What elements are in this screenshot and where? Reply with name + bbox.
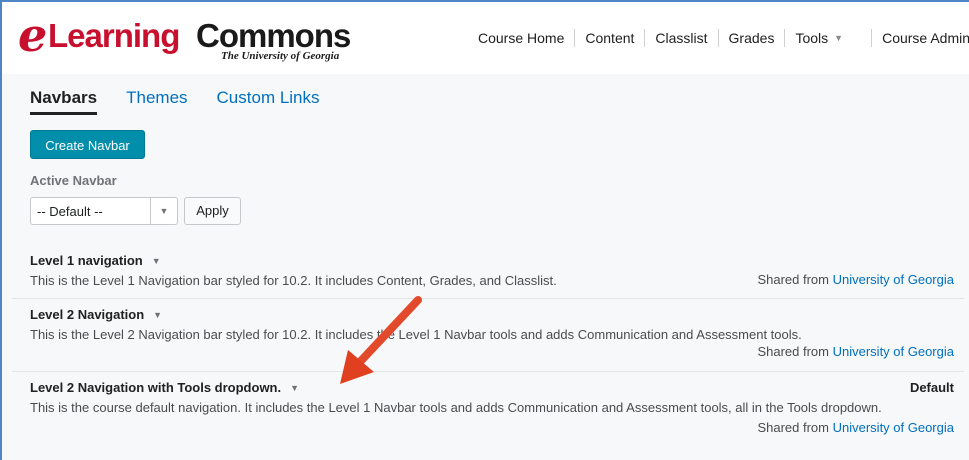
tab-custom-links[interactable]: Custom Links <box>217 88 320 115</box>
logo-subtitle: The University of Georgia <box>221 50 340 62</box>
navbar-title[interactable]: Level 1 navigation ▼ <box>30 253 954 268</box>
apply-button[interactable]: Apply <box>184 197 241 225</box>
chevron-down-icon[interactable]: ▼ <box>152 256 161 266</box>
elearning-commons-logo[interactable]: e Learning Commons The University of Geo… <box>18 10 358 66</box>
chevron-down-icon[interactable]: ▼ <box>290 383 299 393</box>
shared-org-link[interactable]: University of Georgia <box>833 344 954 359</box>
nav-course-admin-label: Course Admin <box>882 30 969 46</box>
navbar-item: Level 1 navigation ▼ This is the Level 1… <box>30 253 954 289</box>
navbar-item: Level 2 Navigation ▼ This is the Level 2… <box>30 307 954 359</box>
logo-learning: Learning <box>48 17 180 54</box>
annotation-arrow-icon <box>340 296 422 384</box>
navbar-shared-from: Shared from University of Georgia <box>30 344 954 359</box>
nav-classlist[interactable]: Classlist <box>644 29 717 47</box>
navbar-title[interactable]: Level 2 Navigation with Tools dropdown. … <box>30 380 954 395</box>
default-badge: Default <box>909 380 954 395</box>
tab-navbars[interactable]: Navbars <box>30 88 98 115</box>
navbar-shared-from: Shared from University of Georgia <box>757 272 954 287</box>
nav-classlist-label: Classlist <box>655 30 708 46</box>
shared-prefix: Shared from <box>757 344 829 359</box>
header: e Learning Commons The University of Geo… <box>2 2 969 74</box>
navbar-title[interactable]: Level 2 Navigation ▼ <box>30 307 954 322</box>
active-navbar-label: Active Navbar <box>30 173 117 188</box>
nav-content[interactable]: Content <box>574 29 644 47</box>
top-navigation: Course Home Content Classlist Grades Too… <box>468 28 969 48</box>
divider <box>12 371 964 372</box>
navbar-description: This is the Level 2 Navigation bar style… <box>30 327 802 342</box>
logo-commons: Commons <box>196 17 351 54</box>
tab-bar: Navbars Themes Custom Links <box>30 88 320 115</box>
logo-e: e <box>18 8 48 62</box>
nav-course-home[interactable]: Course Home <box>468 29 574 47</box>
navbar-item: Level 2 Navigation with Tools dropdown. … <box>30 380 954 435</box>
app-frame: e Learning Commons The University of Geo… <box>0 0 969 460</box>
nav-tools-label: Tools <box>795 30 829 46</box>
nav-grades-label: Grades <box>728 30 775 46</box>
tab-themes[interactable]: Themes <box>126 88 187 115</box>
shared-org-link[interactable]: University of Georgia <box>833 420 954 435</box>
chevron-down-icon[interactable]: ▼ <box>153 310 162 320</box>
active-navbar-select[interactable]: -- Default -- ▼ <box>30 197 178 225</box>
create-navbar-button[interactable]: Create Navbar <box>30 130 145 159</box>
chevron-down-icon: ▼ <box>834 33 844 43</box>
shared-prefix: Shared from <box>757 420 829 435</box>
navbar-description: This is the course default navigation. I… <box>30 400 882 415</box>
nav-tools[interactable]: Tools ▼ <box>784 29 853 47</box>
nav-content-label: Content <box>585 30 635 46</box>
chevron-down-icon: ▼ <box>150 198 177 224</box>
nav-grades[interactable]: Grades <box>717 29 785 47</box>
active-navbar-selected: -- Default -- <box>37 204 103 219</box>
shared-prefix: Shared from <box>757 272 829 287</box>
navbar-title-text: Level 1 navigation <box>30 253 143 268</box>
nav-course-admin[interactable]: Course Admin <box>871 29 969 47</box>
divider <box>12 298 964 299</box>
shared-org-link[interactable]: University of Georgia <box>833 272 954 287</box>
navbar-shared-from: Shared from University of Georgia <box>30 420 954 435</box>
navbar-title-text: Level 2 Navigation with Tools dropdown. <box>30 380 282 395</box>
navbar-title-text: Level 2 Navigation <box>30 307 145 322</box>
nav-course-home-label: Course Home <box>478 30 565 46</box>
